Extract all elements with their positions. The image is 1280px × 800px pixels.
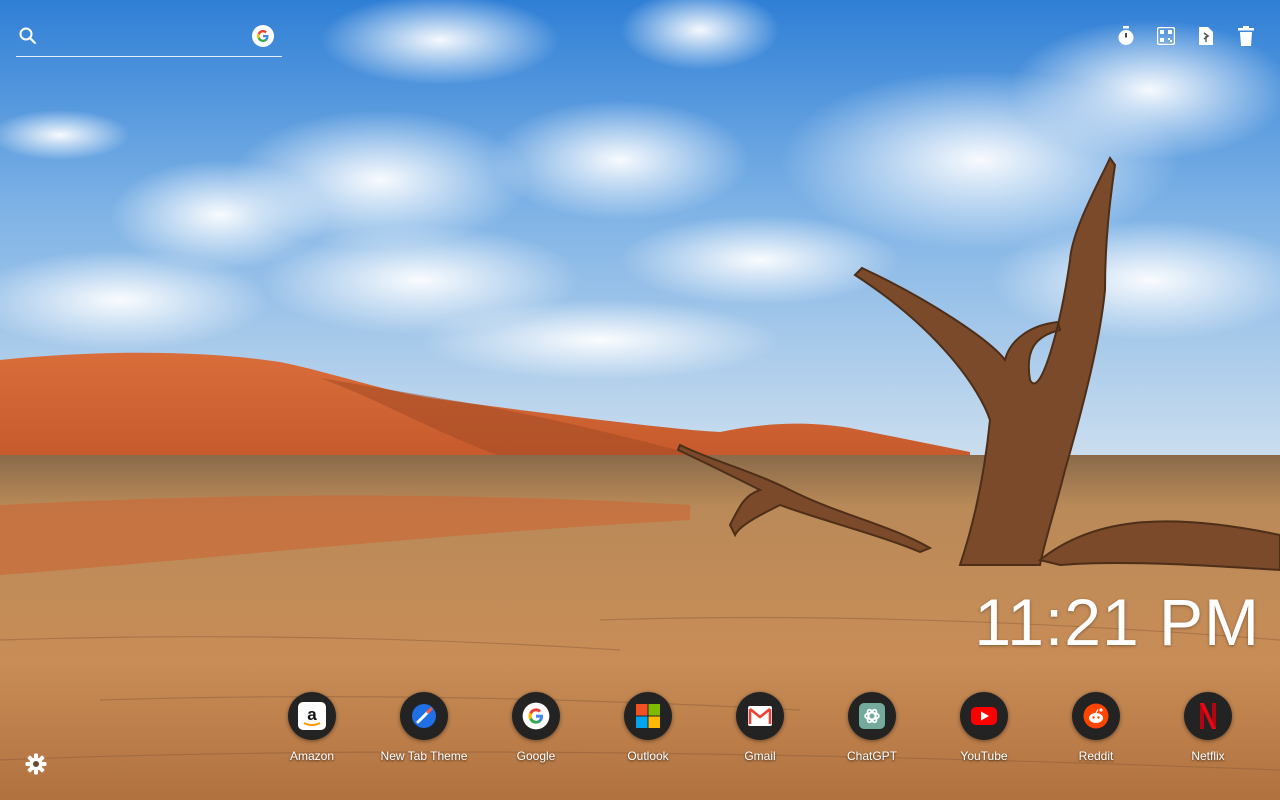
app-label: YouTube [960, 749, 1008, 763]
wallpaper-background [0, 0, 1280, 800]
app-shortcut-gmail[interactable]: Gmail [704, 692, 816, 763]
reddit-icon [1072, 692, 1120, 740]
app-shortcut-amazon[interactable]: a Amazon [256, 692, 368, 763]
app-shortcut-netflix[interactable]: Netflix [1152, 692, 1264, 763]
chatgpt-icon [848, 692, 896, 740]
timer-icon[interactable] [1116, 25, 1136, 47]
app-label: Amazon [289, 749, 335, 763]
top-toolbar [1116, 25, 1256, 47]
app-shortcut-chatgpt[interactable]: ChatGPT [816, 692, 928, 763]
app-label: Google [516, 749, 556, 763]
search-input[interactable] [48, 26, 252, 50]
search-icon[interactable] [18, 26, 38, 46]
amazon-icon: a [288, 692, 336, 740]
search-bar [16, 22, 282, 57]
app-shortcut-youtube[interactable]: YouTube [928, 692, 1040, 763]
app-shortcut-google[interactable]: Google [480, 692, 592, 763]
qr-code-icon[interactable] [1156, 25, 1176, 47]
google-icon [512, 692, 560, 740]
google-search-engine-icon[interactable] [252, 25, 274, 47]
clock-time: 11:21 PM [974, 585, 1260, 659]
app-label: New Tab Theme [380, 749, 468, 763]
app-label: Reddit [1078, 749, 1114, 763]
youtube-icon [960, 692, 1008, 740]
app-label: Netflix [1191, 749, 1225, 763]
app-dock: a Amazon New Tab Theme Google Outlook Gm… [256, 692, 1264, 772]
app-shortcut-new-tab-theme[interactable]: New Tab Theme [368, 692, 480, 763]
netflix-icon [1184, 692, 1232, 740]
app-shortcut-reddit[interactable]: Reddit [1040, 692, 1152, 763]
app-label: Gmail [744, 749, 776, 763]
app-shortcut-outlook[interactable]: Outlook [592, 692, 704, 763]
gear-icon[interactable] [25, 753, 47, 775]
outlook-icon [624, 692, 672, 740]
app-label: Outlook [627, 749, 669, 763]
trash-icon[interactable] [1236, 25, 1256, 47]
svg-text:a: a [307, 705, 317, 724]
new-tab-theme-icon [400, 692, 448, 740]
gmail-icon [736, 692, 784, 740]
desert-landscape-image [0, 0, 1280, 800]
app-label: ChatGPT [846, 749, 897, 763]
share-file-icon[interactable] [1196, 25, 1216, 47]
